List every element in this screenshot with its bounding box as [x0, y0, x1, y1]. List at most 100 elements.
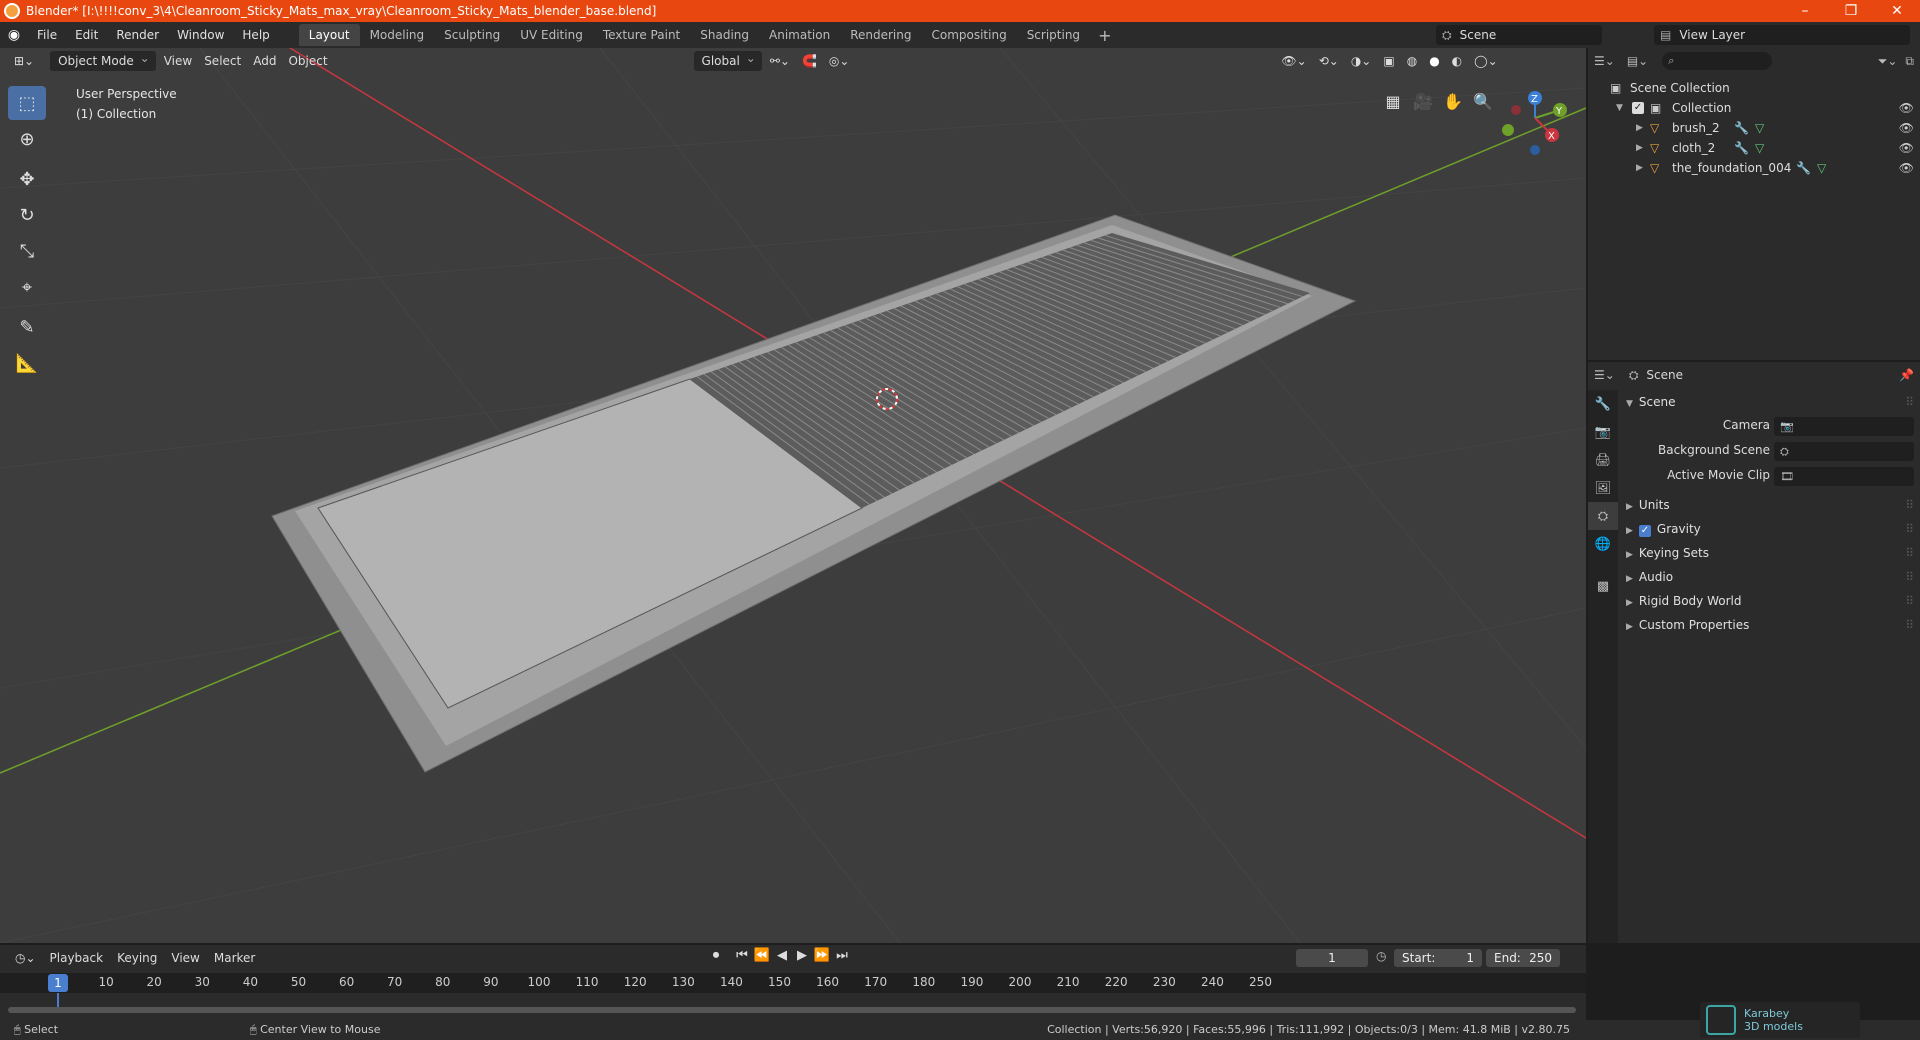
display-mode-icon[interactable]: ▤⌄ — [1627, 54, 1648, 68]
scene-panel-header[interactable]: ▼ Scene ⠿ — [1620, 390, 1920, 414]
visibility-eye-icon[interactable]: 👁 — [1899, 98, 1914, 118]
material-shading-icon[interactable]: ◐ — [1446, 51, 1468, 71]
perspective-toggle-icon[interactable]: ▦ — [1378, 86, 1408, 116]
transform-orientation-dropdown[interactable]: Global — [693, 48, 762, 71]
3d-viewport[interactable]: Z Y X ⊞⌄ Object Mode View Select Add Obj… — [0, 48, 1586, 943]
expand-arrow-icon[interactable]: ▶ — [1636, 118, 1643, 138]
outliner-collection[interactable]: ▼ ✓ ▣ Collection 👁 — [1588, 98, 1920, 118]
expand-arrow-icon[interactable]: ▶ — [1636, 158, 1643, 178]
select-box-icon[interactable]: ⬚ — [8, 86, 46, 120]
play-icon[interactable]: ▶ — [792, 948, 812, 963]
gizmo-toggle-icon[interactable]: ⟲⌄ — [1313, 51, 1345, 71]
tab-texture-paint[interactable]: Texture Paint — [593, 24, 690, 46]
tab-uv-editing[interactable]: UV Editing — [510, 24, 593, 46]
maximize-button[interactable]: ❐ — [1828, 0, 1874, 22]
wireframe-shading-icon[interactable]: ◍ — [1401, 51, 1423, 71]
background-scene-selector[interactable]: ⛭ — [1774, 442, 1914, 461]
scene-selector[interactable]: ⛭ Scene — [1436, 25, 1602, 45]
scale-icon[interactable]: ⤡ — [8, 234, 46, 268]
menu-view[interactable]: View — [158, 51, 198, 71]
tab-rendering[interactable]: Rendering — [840, 24, 921, 46]
navigation-gizmo[interactable]: Z Y X — [1502, 91, 1567, 155]
transform-icon[interactable]: ⌖ — [8, 270, 46, 304]
snap-icon[interactable]: 🧲 — [796, 51, 823, 71]
camera-view-icon[interactable]: 🎥 — [1408, 86, 1438, 116]
camera-selector[interactable]: 📷 — [1774, 417, 1914, 436]
gravity-checkbox[interactable]: ✓ — [1638, 525, 1651, 537]
outliner-object-row[interactable]: ▶ ▽ the_foundation_004 🔧 ▽ 👁 — [1588, 158, 1920, 178]
measure-icon[interactable]: 📐 — [8, 346, 46, 380]
keying-sets-panel-header[interactable]: ▶ Keying Sets ⠿ — [1620, 541, 1920, 565]
menu-keying[interactable]: Keying — [110, 951, 164, 965]
units-panel-header[interactable]: ▶ Units ⠿ — [1620, 493, 1920, 517]
frame-clock-icon[interactable]: ◷ — [1376, 949, 1386, 963]
tab-scripting[interactable]: Scripting — [1017, 24, 1090, 46]
overlay-toggle-icon[interactable]: ◑⌄ — [1345, 51, 1378, 71]
pin-icon[interactable]: 📌 — [1899, 368, 1914, 382]
audio-panel-header[interactable]: ▶ Audio ⠿ — [1620, 565, 1920, 589]
close-button[interactable]: ✕ — [1874, 0, 1920, 22]
rotate-icon[interactable]: ↻ — [8, 198, 46, 232]
solid-shading-icon[interactable]: ● — [1423, 51, 1445, 71]
minimize-button[interactable]: – — [1782, 0, 1828, 22]
visibility-eye-icon[interactable]: 👁 — [1899, 158, 1914, 178]
tab-sculpting[interactable]: Sculpting — [434, 24, 510, 46]
visibility-eye-icon[interactable]: 👁 — [1899, 118, 1914, 138]
movie-clip-selector[interactable]: 🎞 — [1774, 467, 1914, 486]
tab-shading[interactable]: Shading — [690, 24, 759, 46]
menu-marker[interactable]: Marker — [207, 951, 262, 965]
start-frame-field[interactable]: Start: 1 — [1394, 949, 1482, 967]
move-icon[interactable]: ✥ — [8, 162, 46, 196]
pivot-icon[interactable]: ⚯⌄ — [764, 51, 796, 71]
editor-type-icon[interactable]: ⊞⌄ — [8, 51, 40, 71]
tool-tab-icon[interactable]: 🔧 — [1588, 390, 1618, 418]
proportional-edit-icon[interactable]: ◎⌄ — [823, 51, 856, 71]
tab-compositing[interactable]: Compositing — [921, 24, 1016, 46]
rigid-body-world-panel-header[interactable]: ▶ Rigid Body World ⠿ — [1620, 589, 1920, 613]
annotate-icon[interactable]: ✎ — [8, 310, 46, 344]
menu-add[interactable]: Add — [247, 51, 282, 71]
jump-end-icon[interactable]: ⏭ — [832, 948, 852, 963]
world-tab-icon[interactable]: 🌐 — [1588, 530, 1618, 558]
end-frame-field[interactable]: End: 250 — [1486, 949, 1560, 967]
new-collection-icon[interactable]: ⧉ — [1905, 54, 1914, 69]
frame-cursor[interactable]: 1 — [48, 974, 68, 992]
visibility-eye-icon[interactable]: 👁 — [1899, 138, 1914, 158]
outliner-object-row[interactable]: ▶ ▽ brush_2 🔧 ▽ 👁 — [1588, 118, 1920, 138]
outliner-object-row[interactable]: ▶ ▽ cloth_2 🔧 ▽ 👁 — [1588, 138, 1920, 158]
add-workspace-button[interactable]: + — [1090, 26, 1119, 45]
play-reverse-icon[interactable]: ◀ — [772, 948, 792, 963]
jump-start-icon[interactable]: ⏮ — [732, 948, 752, 963]
texture-tab-icon[interactable]: ▩ — [1588, 572, 1618, 600]
jump-keyframe-back-icon[interactable]: ⏪ — [752, 948, 772, 963]
visibility-icon[interactable]: 👁⌄ — [1275, 51, 1312, 71]
menu-render[interactable]: Render — [107, 22, 168, 48]
expand-arrow-icon[interactable]: ▶ — [1636, 138, 1643, 158]
custom-properties-panel-header[interactable]: ▶ Custom Properties ⠿ — [1620, 613, 1920, 637]
scene-tab-icon[interactable]: ⛭ — [1588, 502, 1618, 530]
zoom-icon[interactable]: 🔍 — [1468, 86, 1498, 116]
gravity-panel-header[interactable]: ▶ ✓ Gravity ⠿ — [1620, 517, 1920, 541]
tab-modeling[interactable]: Modeling — [360, 24, 435, 46]
timeline-editor-icon[interactable]: ◷⌄ — [8, 951, 43, 965]
viewport-scene[interactable]: Z Y X — [0, 48, 1586, 943]
xray-icon[interactable]: ▣ — [1377, 51, 1400, 71]
properties-editor-icon[interactable]: ☰⌄ — [1594, 368, 1615, 382]
menu-timeline-view[interactable]: View — [164, 951, 206, 965]
drag-grip-icon[interactable]: ⠿ — [1905, 390, 1914, 414]
tab-layout[interactable]: Layout — [298, 24, 360, 46]
rendered-shading-icon[interactable]: ◯⌄ — [1468, 51, 1503, 71]
cursor-icon[interactable]: ⊕ — [8, 122, 46, 156]
filter-icon[interactable]: ⏷⌄ — [1878, 54, 1898, 69]
outliner-scene-collection[interactable]: ▣ Scene Collection — [1588, 78, 1920, 98]
record-icon[interactable]: ⏺ — [706, 948, 726, 963]
timeline-scrollbar[interactable] — [8, 1007, 1576, 1013]
pan-hand-icon[interactable]: ✋ — [1438, 86, 1468, 116]
tab-animation[interactable]: Animation — [759, 24, 840, 46]
view-layer-tab-icon[interactable]: 🖼 — [1588, 474, 1618, 502]
menu-object[interactable]: Object — [282, 51, 333, 71]
timeline-ruler[interactable]: 1 10 20 30 40 50 60 70 80 90 100 110 120 130 140 150 16… — [0, 973, 1586, 993]
collection-checkbox[interactable]: ✓ — [1632, 102, 1644, 114]
menu-help[interactable]: Help — [233, 22, 278, 48]
outliner-editor-icon[interactable]: ☰⌄ — [1594, 54, 1615, 68]
